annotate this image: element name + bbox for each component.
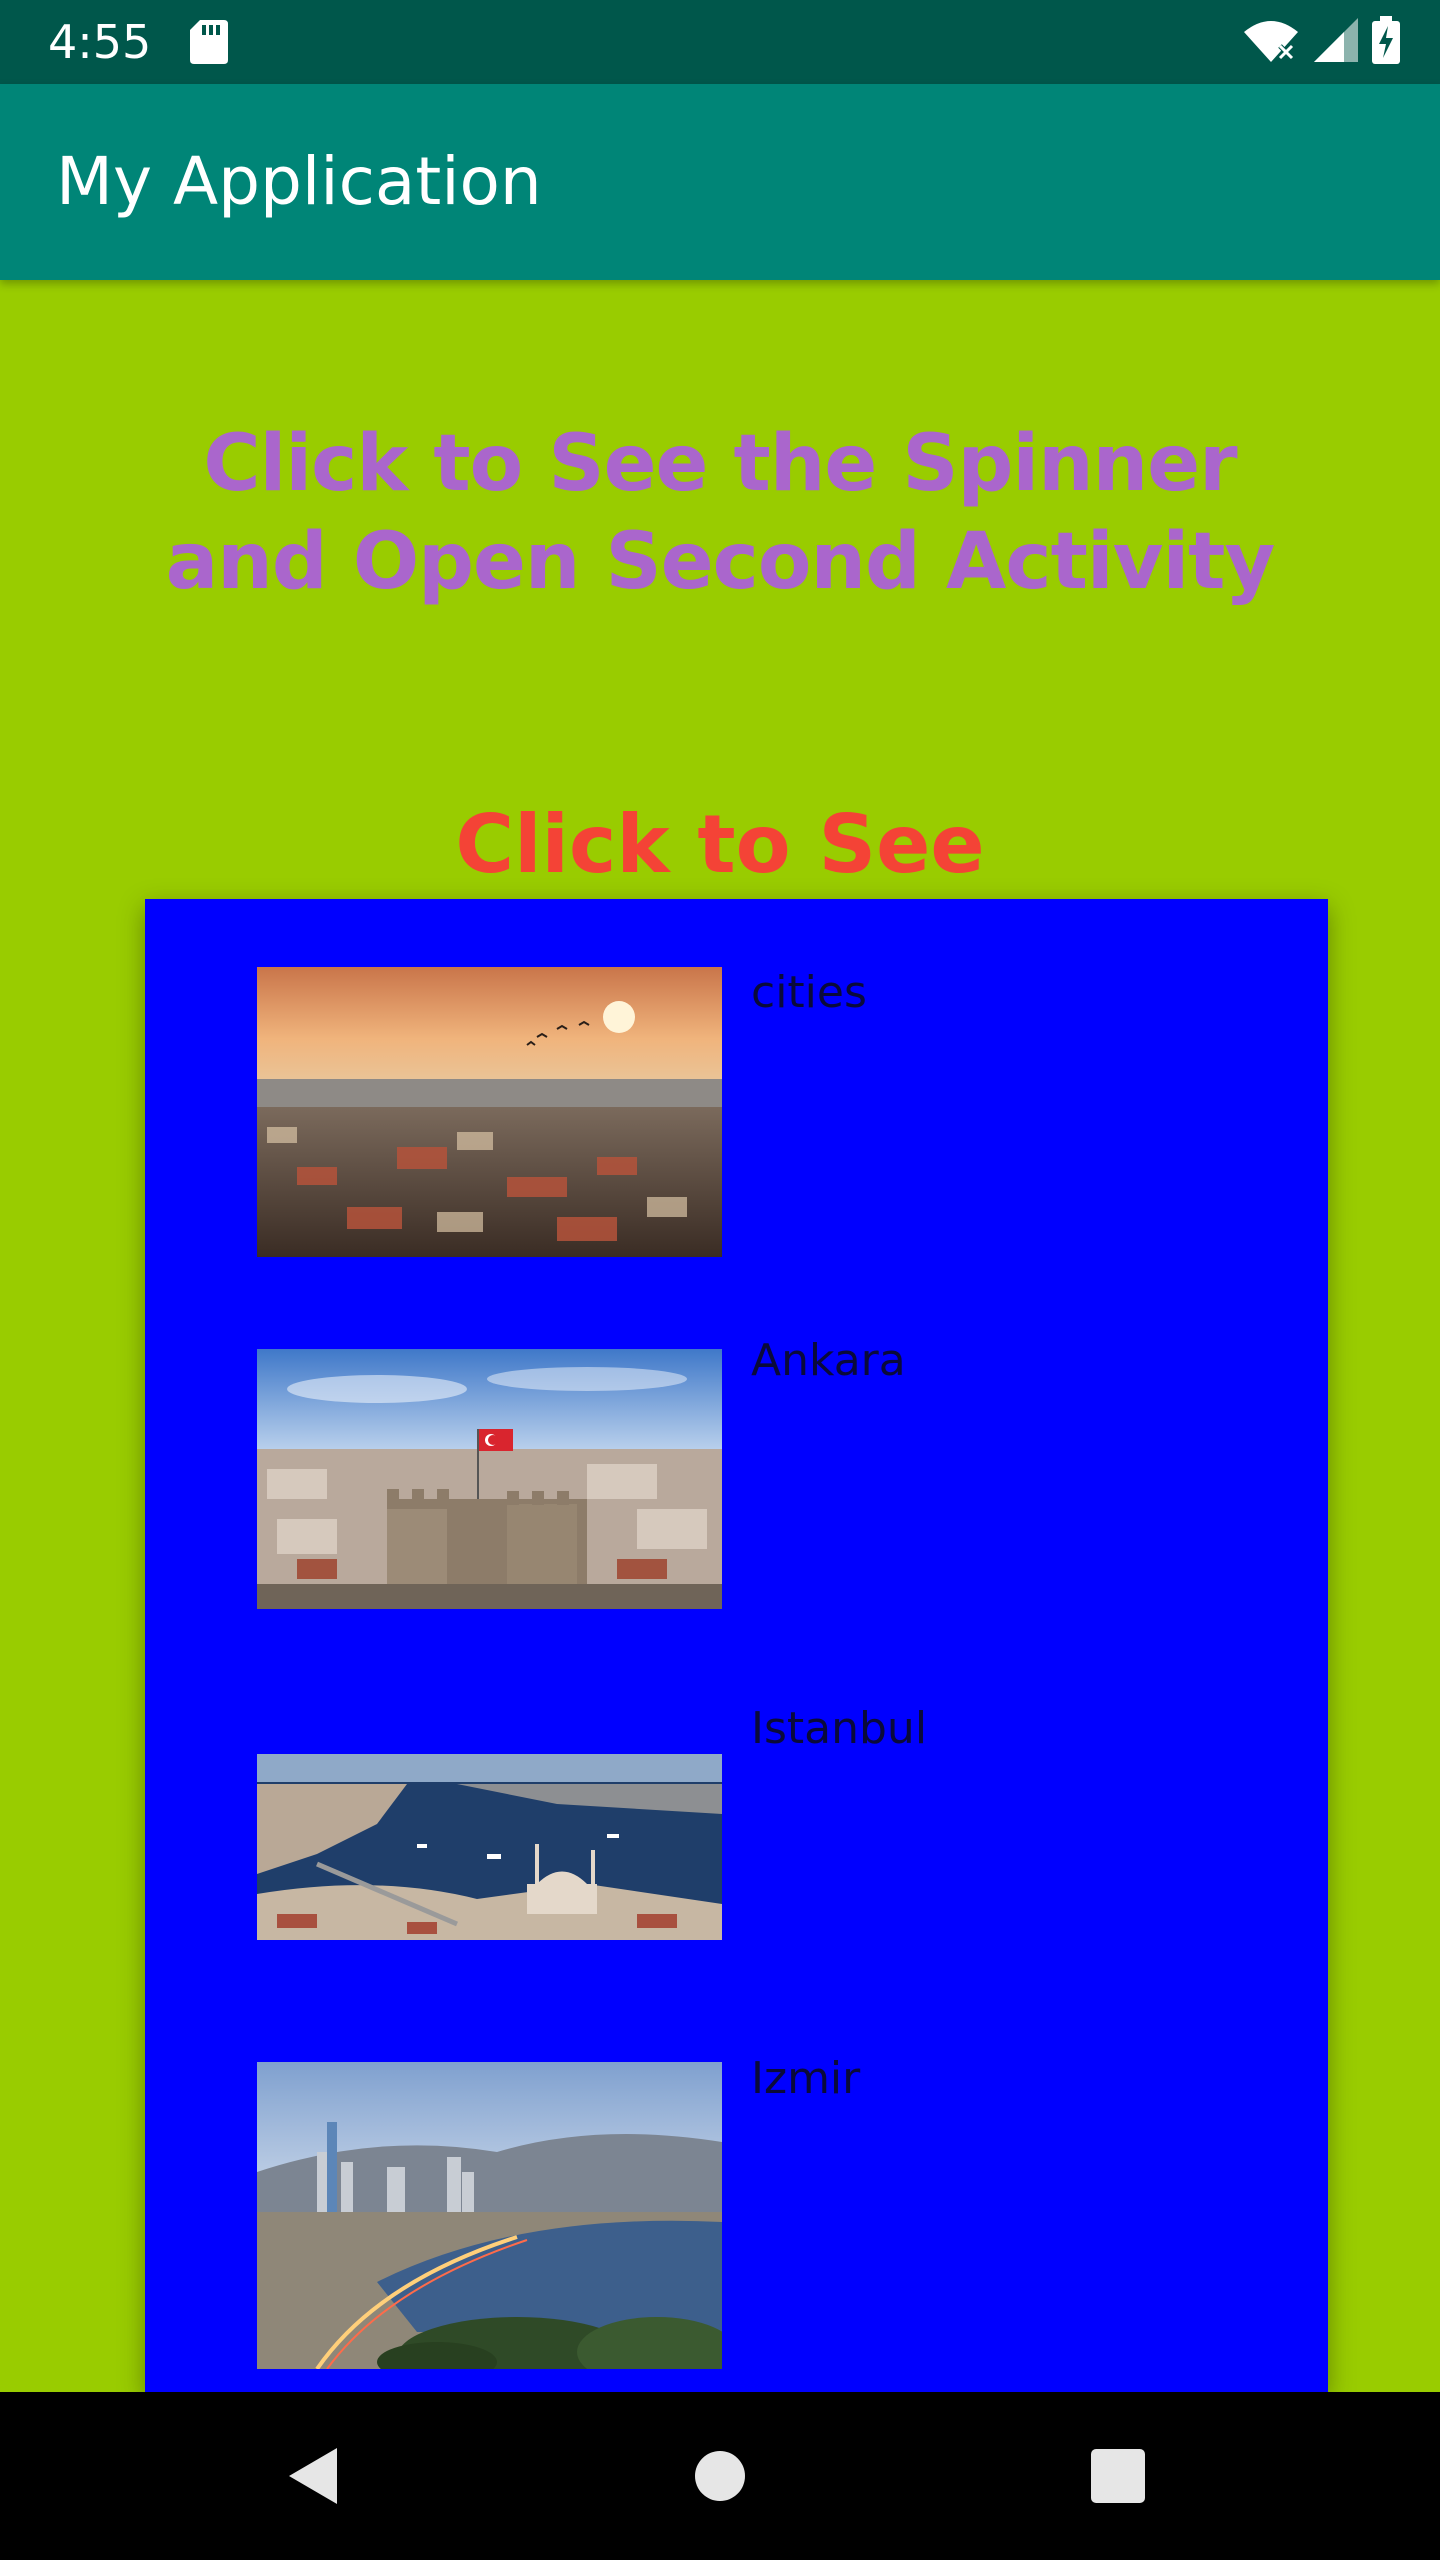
sd-card-icon [190, 20, 228, 64]
spinner-label[interactable]: Click to See [220, 790, 1220, 900]
istanbul-bosphorus-image [257, 1754, 722, 1940]
izmir-bay-image [257, 2062, 722, 2369]
open-second-activity-text[interactable]: Click to See the Spinner and Open Second… [120, 415, 1320, 611]
status-time: 4:55 [48, 15, 152, 69]
app-title: My Application [56, 143, 542, 220]
item-label: Izmir [751, 2053, 861, 2104]
spinner-item-cities[interactable]: cities [145, 899, 1328, 1267]
ankara-castle-image [257, 1349, 722, 1609]
battery-charging-icon [1372, 15, 1400, 69]
signal-icon [1314, 17, 1358, 67]
navigation-bar [0, 2392, 1440, 2560]
spinner-item-izmir[interactable]: Izmir [145, 2003, 1328, 2392]
app-bar: My Application [0, 84, 1440, 280]
recents-icon[interactable] [1078, 2436, 1158, 2516]
back-icon[interactable] [277, 2436, 357, 2516]
item-label: Ankara [751, 1335, 906, 1386]
status-icons [1242, 15, 1400, 69]
spinner-item-ankara[interactable]: Ankara [145, 1267, 1328, 1635]
home-icon[interactable] [680, 2436, 760, 2516]
spinner-dropdown: cities Ankara Istanbul Izmir [145, 899, 1328, 2392]
wifi-icon [1242, 18, 1300, 67]
istanbul-sunset-image [257, 967, 722, 1257]
item-label: Istanbul [751, 1703, 928, 1754]
spinner-item-istanbul[interactable]: Istanbul [145, 1635, 1328, 2003]
status-bar: 4:55 [0, 0, 1440, 84]
item-label: cities [751, 967, 867, 1018]
